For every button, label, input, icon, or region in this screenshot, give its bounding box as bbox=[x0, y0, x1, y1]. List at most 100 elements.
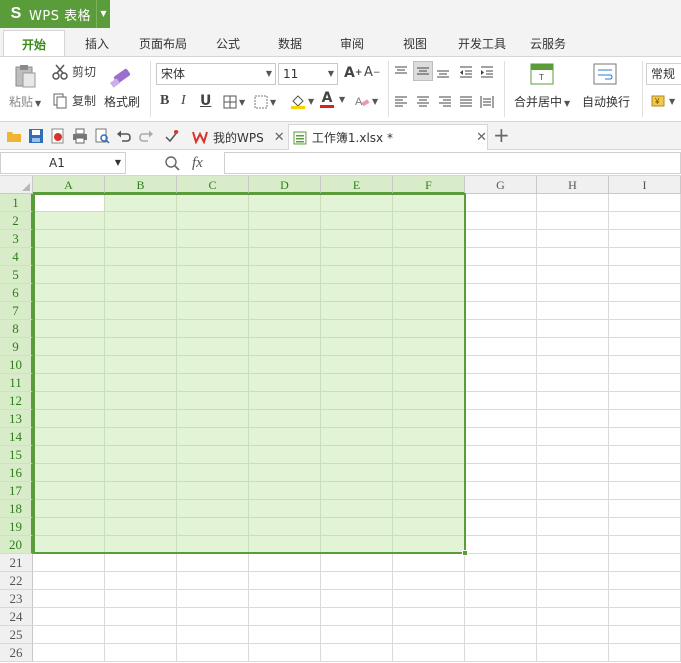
clear-format-button[interactable]: A ▼ bbox=[354, 93, 378, 109]
cell[interactable] bbox=[177, 572, 249, 590]
cell[interactable] bbox=[537, 572, 609, 590]
distributed-align-button[interactable] bbox=[480, 95, 494, 109]
tab-data[interactable]: 数据 bbox=[259, 30, 321, 56]
cell[interactable] bbox=[321, 392, 393, 410]
cell[interactable] bbox=[33, 374, 105, 392]
cell[interactable] bbox=[609, 644, 681, 662]
row-header-10[interactable]: 10 bbox=[0, 356, 33, 374]
column-header-a[interactable]: A bbox=[33, 176, 105, 194]
cell[interactable] bbox=[537, 518, 609, 536]
merge-center-icon-button[interactable]: T bbox=[530, 63, 554, 85]
cell[interactable] bbox=[393, 248, 465, 266]
cell[interactable] bbox=[177, 536, 249, 554]
cell[interactable] bbox=[321, 464, 393, 482]
tab-review[interactable]: 审阅 bbox=[321, 30, 383, 56]
cell[interactable] bbox=[465, 626, 537, 644]
row-header-25[interactable]: 25 bbox=[0, 626, 33, 644]
cell[interactable] bbox=[465, 338, 537, 356]
cell[interactable] bbox=[465, 644, 537, 662]
cell[interactable] bbox=[321, 518, 393, 536]
cell[interactable] bbox=[177, 194, 249, 212]
cell[interactable] bbox=[393, 410, 465, 428]
cell[interactable] bbox=[537, 482, 609, 500]
cell[interactable] bbox=[105, 266, 177, 284]
number-format-select[interactable]: 常规 bbox=[646, 63, 681, 85]
format-painter-button[interactable] bbox=[104, 61, 140, 91]
cell[interactable] bbox=[393, 230, 465, 248]
cell[interactable] bbox=[609, 446, 681, 464]
cell[interactable] bbox=[465, 536, 537, 554]
underline-button[interactable]: U bbox=[200, 93, 211, 109]
cell[interactable] bbox=[177, 464, 249, 482]
cell[interactable] bbox=[393, 644, 465, 662]
cell[interactable] bbox=[177, 230, 249, 248]
cell[interactable] bbox=[537, 536, 609, 554]
cell[interactable] bbox=[177, 482, 249, 500]
spreadsheet-grid[interactable]: ABCDEFGHI 1 2 3 4 5 6 7 8 9 10 11 12 13 14 15 16 17 18 19 2… bbox=[0, 176, 681, 663]
cell[interactable] bbox=[177, 590, 249, 608]
cell[interactable] bbox=[177, 644, 249, 662]
cell[interactable] bbox=[393, 428, 465, 446]
align-middle-button[interactable] bbox=[413, 61, 433, 81]
cell[interactable] bbox=[465, 374, 537, 392]
cell[interactable] bbox=[537, 212, 609, 230]
cell[interactable] bbox=[609, 626, 681, 644]
cell[interactable] bbox=[609, 554, 681, 572]
cell[interactable] bbox=[33, 302, 105, 320]
close-icon[interactable]: ✕ bbox=[274, 130, 285, 145]
cell[interactable] bbox=[393, 194, 465, 212]
column-header-c[interactable]: C bbox=[177, 176, 249, 194]
cell[interactable] bbox=[465, 356, 537, 374]
cell[interactable] bbox=[465, 248, 537, 266]
cell[interactable] bbox=[249, 302, 321, 320]
cell[interactable] bbox=[393, 320, 465, 338]
name-box[interactable]: A1 ▼ bbox=[0, 152, 126, 174]
cell[interactable] bbox=[393, 464, 465, 482]
cell[interactable] bbox=[249, 464, 321, 482]
row-header-14[interactable]: 14 bbox=[0, 428, 33, 446]
cell[interactable] bbox=[609, 536, 681, 554]
cell[interactable] bbox=[249, 500, 321, 518]
tab-developer[interactable]: 开发工具 bbox=[447, 30, 517, 56]
row-header-24[interactable]: 24 bbox=[0, 608, 33, 626]
cell[interactable] bbox=[609, 572, 681, 590]
cell[interactable] bbox=[177, 302, 249, 320]
cell[interactable] bbox=[393, 374, 465, 392]
row-header-4[interactable]: 4 bbox=[0, 248, 33, 266]
cell[interactable] bbox=[609, 374, 681, 392]
cell[interactable] bbox=[177, 284, 249, 302]
cell[interactable] bbox=[321, 374, 393, 392]
cell[interactable] bbox=[177, 554, 249, 572]
row-header-1[interactable]: 1 bbox=[0, 194, 33, 212]
cell[interactable] bbox=[537, 590, 609, 608]
cell[interactable] bbox=[105, 410, 177, 428]
cell[interactable] bbox=[393, 446, 465, 464]
save-icon[interactable] bbox=[28, 128, 44, 144]
fill-handle[interactable] bbox=[462, 550, 468, 556]
cell[interactable] bbox=[393, 572, 465, 590]
cell[interactable] bbox=[465, 554, 537, 572]
cell[interactable] bbox=[33, 230, 105, 248]
redo-icon[interactable] bbox=[138, 128, 154, 144]
cell[interactable] bbox=[33, 608, 105, 626]
tab-insert[interactable]: 插入 bbox=[65, 30, 129, 56]
cell[interactable] bbox=[609, 248, 681, 266]
decrease-indent-button[interactable] bbox=[459, 65, 473, 79]
close-icon[interactable]: ✕ bbox=[476, 130, 487, 145]
cell[interactable] bbox=[105, 482, 177, 500]
cell[interactable] bbox=[33, 482, 105, 500]
cell[interactable] bbox=[537, 464, 609, 482]
cell[interactable] bbox=[393, 338, 465, 356]
increase-font-size-button[interactable]: A + bbox=[344, 65, 362, 81]
row-header-12[interactable]: 12 bbox=[0, 392, 33, 410]
cell[interactable] bbox=[105, 446, 177, 464]
cell[interactable] bbox=[177, 338, 249, 356]
row-header-5[interactable]: 5 bbox=[0, 266, 33, 284]
doc-tab-workbook1[interactable]: 工作簿1.xlsx * ✕ bbox=[288, 124, 488, 150]
row-header-26[interactable]: 26 bbox=[0, 644, 33, 662]
cell[interactable] bbox=[177, 518, 249, 536]
cell[interactable] bbox=[321, 410, 393, 428]
cell[interactable] bbox=[105, 518, 177, 536]
decrease-font-size-button[interactable]: A − bbox=[364, 65, 380, 80]
select-all-corner[interactable] bbox=[0, 176, 33, 194]
